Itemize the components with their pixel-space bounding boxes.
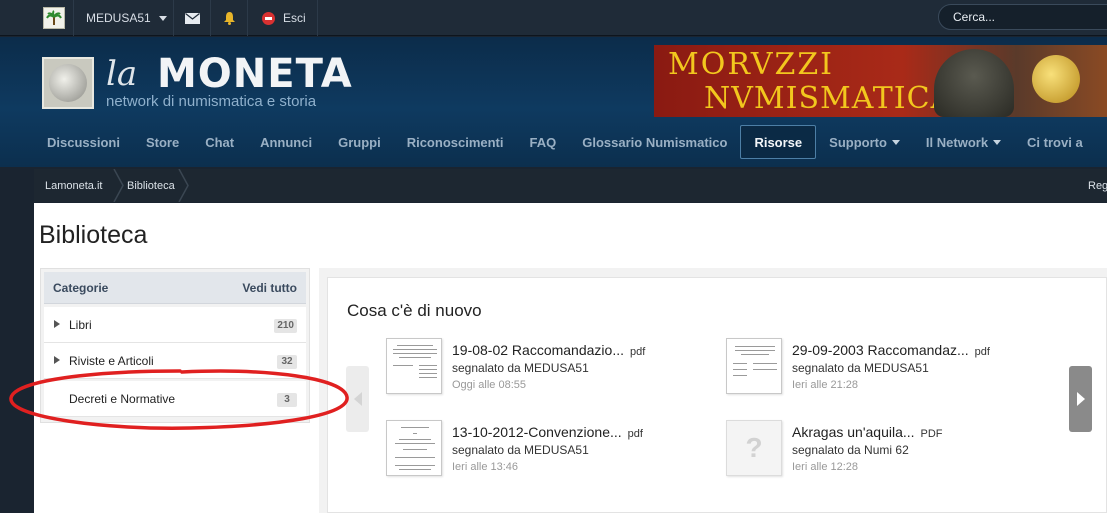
- nav-item-supporto[interactable]: Supporto: [816, 125, 913, 159]
- banner-line-2: NVMISMATICA: [704, 81, 954, 116]
- page-title: Biblioteca: [39, 221, 148, 249]
- item-title[interactable]: 13-10-2012-Convenzione...: [452, 424, 622, 440]
- bell-icon: [223, 12, 235, 25]
- item-author: segnalato da MEDUSA51: [452, 361, 589, 375]
- category-count-badge: 3: [277, 393, 297, 407]
- category-count-badge: 32: [277, 355, 297, 369]
- logout-button[interactable]: Esci: [248, 0, 318, 36]
- item-date: Ieri alle 12:28: [792, 461, 859, 473]
- logout-label: Esci: [283, 11, 306, 25]
- category-riviste-e-articoli[interactable]: Riviste e Articoli 32: [44, 343, 306, 379]
- chevron-down-icon: [993, 139, 1002, 145]
- user-menu-button[interactable]: MEDUSA51: [74, 0, 174, 36]
- breadcrumb-biblioteca[interactable]: Biblioteca: [127, 169, 175, 202]
- category-decreti-e-normative[interactable]: Decreti e Normative 3: [44, 381, 306, 417]
- category-sidebar: Categorie Vedi tutto Libri 210 Riviste e…: [40, 268, 310, 423]
- chevron-right-icon: [1076, 392, 1085, 406]
- item-date: Oggi alle 08:55: [452, 379, 526, 391]
- whats-new-title: Cosa c'è di nuovo: [347, 301, 482, 320]
- sidebar-header: Categorie Vedi tutto: [44, 272, 306, 304]
- breadcrumb-separator-icon: [113, 169, 124, 202]
- file-extension: pdf: [627, 428, 643, 440]
- nav-item-discussioni[interactable]: Discussioni: [34, 125, 133, 159]
- palm-tree-icon: [42, 7, 65, 29]
- new-item[interactable]: ? Akragas un'aquila... PDF segnalato da N…: [726, 420, 1056, 480]
- see-all-link[interactable]: Vedi tutto: [242, 281, 297, 295]
- brand-la: la: [106, 54, 138, 94]
- document-thumbnail[interactable]: [386, 420, 442, 476]
- statue-head-image: [934, 49, 1014, 117]
- nav-item-faq[interactable]: FAQ: [517, 125, 570, 159]
- banner-line-1: MORVZZI: [668, 47, 835, 82]
- item-date: Ieri alle 13:46: [452, 461, 519, 473]
- new-item[interactable]: 19-08-02 Raccomandazio... pdf segnalato d…: [386, 338, 716, 398]
- item-title[interactable]: Akragas un'aquila...: [792, 424, 915, 440]
- brand-moneta: MONETA: [157, 51, 353, 97]
- item-author: segnalato da MEDUSA51: [792, 361, 929, 375]
- category-label: Riviste e Articoli: [69, 354, 154, 368]
- main-nav: Discussioni Store Chat Annunci Gruppi Ri…: [34, 125, 1096, 159]
- messages-button[interactable]: [174, 0, 211, 36]
- document-thumbnail[interactable]: [726, 338, 782, 394]
- expand-arrow-icon[interactable]: [54, 356, 60, 364]
- category-count-badge: 210: [274, 319, 297, 333]
- search-input[interactable]: [938, 4, 1107, 30]
- whats-new-panel: Cosa c'è di nuovo 19-08-02 Raccomandazio…: [327, 277, 1107, 513]
- nav-item-riconoscimenti[interactable]: Riconoscimenti: [394, 125, 517, 159]
- item-title[interactable]: 19-08-02 Raccomandazio...: [452, 342, 624, 358]
- sidebar-heading: Categorie: [53, 281, 109, 295]
- breadcrumb-home[interactable]: Lamoneta.it: [45, 169, 102, 202]
- site-logo[interactable]: [42, 57, 94, 109]
- no-preview-thumbnail[interactable]: ?: [726, 420, 782, 476]
- nav-item-chat[interactable]: Chat: [192, 125, 247, 159]
- chevron-down-icon: [891, 139, 900, 145]
- gold-coin-image: [1032, 55, 1080, 103]
- file-extension: pdf: [630, 346, 646, 358]
- stop-icon: [262, 11, 275, 25]
- new-item[interactable]: 13-10-2012-Convenzione... pdf segnalato d…: [386, 420, 716, 480]
- nav-item-store[interactable]: Store: [133, 125, 192, 159]
- notifications-button[interactable]: [211, 0, 248, 36]
- item-author: segnalato da Numi 62: [792, 443, 909, 457]
- advertisement-banner[interactable]: MORVZZI NVMISMATICA: [654, 45, 1107, 117]
- file-extension: PDF: [920, 428, 943, 440]
- nav-item-risorse[interactable]: Risorse: [740, 125, 817, 159]
- top-bar: MEDUSA51 Esci: [0, 0, 1107, 36]
- category-label: Libri: [69, 318, 92, 332]
- item-author: segnalato da MEDUSA51: [452, 443, 589, 457]
- coin-portrait-icon: [49, 64, 87, 102]
- nav-item-gruppi[interactable]: Gruppi: [325, 125, 394, 159]
- nav-item-glossario[interactable]: Glossario Numismatico: [569, 125, 740, 159]
- site-header: la MONETA network di numismatica e stori…: [0, 37, 1107, 167]
- chevron-down-icon: [158, 15, 167, 21]
- breadcrumb: Lamoneta.it Biblioteca Reg: [34, 169, 1107, 202]
- breadcrumb-separator-icon: [178, 169, 189, 202]
- new-item[interactable]: 29-09-2003 Raccomandaz... pdf segnalato d…: [726, 338, 1056, 398]
- username-label: MEDUSA51: [86, 11, 151, 25]
- category-libri[interactable]: Libri 210: [44, 307, 306, 343]
- question-mark-icon: ?: [745, 432, 763, 463]
- envelope-icon: [184, 12, 200, 24]
- file-extension: pdf: [974, 346, 990, 358]
- document-thumbnail[interactable]: [386, 338, 442, 394]
- item-title[interactable]: 29-09-2003 Raccomandaz...: [792, 342, 969, 358]
- nav-item-annunci[interactable]: Annunci: [247, 125, 325, 159]
- nav-item-ci-trovi[interactable]: Ci trovi a: [1014, 125, 1096, 159]
- item-date: Ieri alle 21:28: [792, 379, 859, 391]
- home-logo-button[interactable]: [34, 0, 74, 36]
- category-label: Decreti e Normative: [69, 392, 176, 406]
- carousel-next-button[interactable]: [1069, 366, 1092, 432]
- chevron-left-icon: [353, 392, 362, 406]
- carousel-prev-button[interactable]: [346, 366, 369, 432]
- breadcrumb-right-link[interactable]: Reg: [1088, 169, 1107, 202]
- brand-tagline: network di numismatica e storia: [106, 93, 317, 110]
- nav-item-network[interactable]: Il Network: [913, 125, 1014, 159]
- main-content: Biblioteca Categorie Vedi tutto Libri 21…: [34, 203, 1107, 513]
- expand-arrow-icon[interactable]: [54, 320, 60, 328]
